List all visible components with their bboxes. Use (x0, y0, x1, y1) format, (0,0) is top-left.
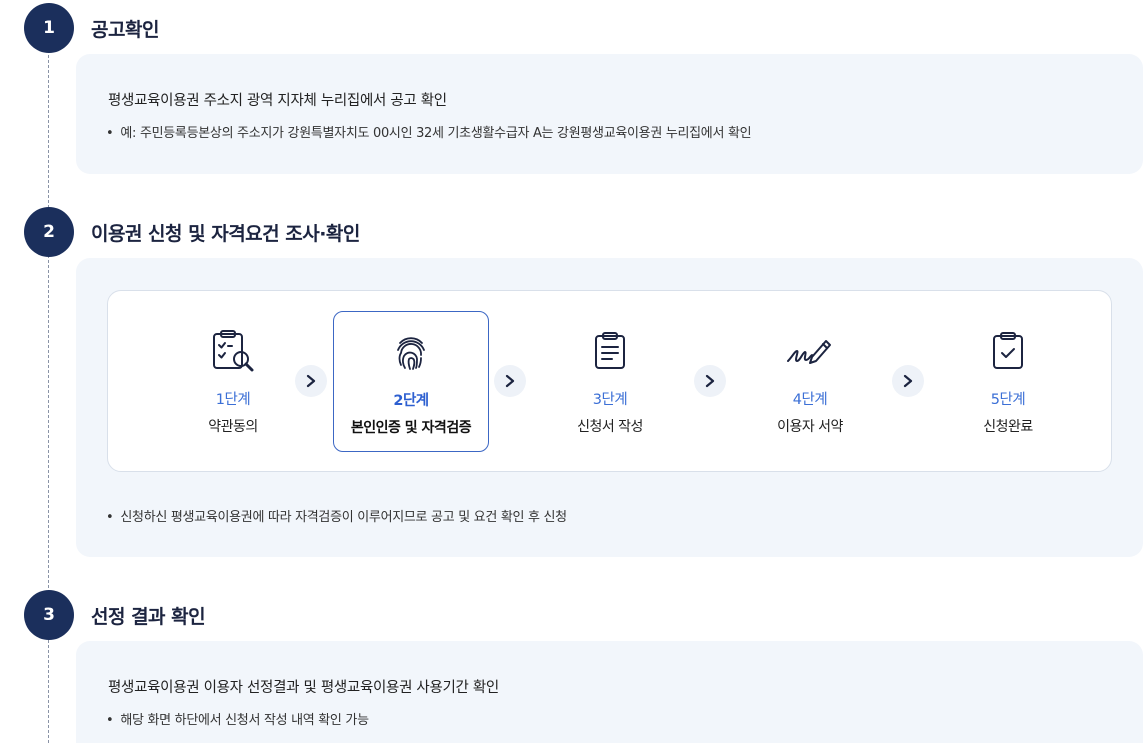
section-title: 선정 결과 확인 (91, 606, 206, 628)
bullet-text: 해당 화면 하단에서 신청서 작성 내역 확인 가능 (120, 713, 369, 728)
bullet-text: 신청하신 평생교육이용권에 따라 자격검증이 이루어지므로 공고 및 요건 확인… (120, 510, 567, 525)
section-panel: 평생교육이용권 이용자 선정결과 및 평생교육이용권 사용기간 확인 • 해당 화… (76, 641, 1143, 743)
step-number: 1단계 (215, 392, 251, 408)
step-label: 본인인증 및 자격검증 (350, 420, 472, 436)
bullet-dot: • (106, 126, 114, 141)
step-number-badge: 1 (24, 3, 74, 53)
step-number: 3단계 (592, 392, 628, 408)
process-step-5: 5단계 신청완료 (930, 311, 1086, 452)
chevron-right-icon (892, 365, 924, 397)
step-label: 이용자 서약 (777, 419, 843, 435)
fingerprint-icon (387, 328, 435, 376)
bullet-dot: • (106, 713, 114, 728)
process-step-3: 3단계 신청서 작성 (532, 311, 688, 452)
bullet-text: 예: 주민등록등본상의 주소지가 강원특별자치도 00시인 32세 기초생활수급… (120, 126, 752, 141)
bullet-note: • 해당 화면 하단에서 신청서 작성 내역 확인 가능 (106, 709, 369, 728)
step-number: 2단계 (393, 393, 429, 409)
process-step-4: 4단계 이용자 서약 (732, 311, 888, 452)
panel-main-text: 평생교육이용권 이용자 선정결과 및 평생교육이용권 사용기간 확인 (108, 680, 499, 696)
section-title: 공고확인 (91, 19, 159, 41)
section-panel: 1단계 약관동의 2단계 본인인증 및 자격검증 3단계 신청서 작성 4단계 … (76, 258, 1143, 557)
step-number: 5단계 (990, 392, 1026, 408)
step-number-badge: 3 (24, 590, 74, 640)
application-process-steps: 1단계 약관동의 2단계 본인인증 및 자격검증 3단계 신청서 작성 4단계 … (107, 290, 1112, 472)
step-label: 약관동의 (208, 419, 258, 435)
section-title: 이용권 신청 및 자격요건 조사·확인 (91, 223, 360, 245)
chevron-right-icon (494, 365, 526, 397)
document-icon (586, 327, 634, 375)
process-step-1: 1단계 약관동의 (155, 311, 311, 452)
step-label: 신청서 작성 (577, 419, 643, 435)
process-step-2[interactable]: 2단계 본인인증 및 자격검증 (333, 311, 489, 452)
bullet-note: • 신청하신 평생교육이용권에 따라 자격검증이 이루어지므로 공고 및 요건 확… (106, 506, 567, 525)
section-panel: 평생교육이용권 주소지 광역 지자체 누리집에서 공고 확인 • 예: 주민등록등… (76, 54, 1143, 174)
panel-main-text: 평생교육이용권 주소지 광역 지자체 누리집에서 공고 확인 (108, 93, 447, 109)
step-number: 4단계 (792, 392, 828, 408)
chevron-right-icon (295, 365, 327, 397)
clipboard-search-icon (209, 327, 257, 375)
signature-pen-icon (786, 327, 834, 375)
chevron-right-icon (694, 365, 726, 397)
clipboard-check-icon (984, 327, 1032, 375)
bullet-dot: • (106, 510, 114, 525)
step-number-badge: 2 (24, 207, 74, 257)
bullet-note: • 예: 주민등록등본상의 주소지가 강원특별자치도 00시인 32세 기초생활수… (106, 122, 752, 141)
step-label: 신청완료 (983, 419, 1033, 435)
